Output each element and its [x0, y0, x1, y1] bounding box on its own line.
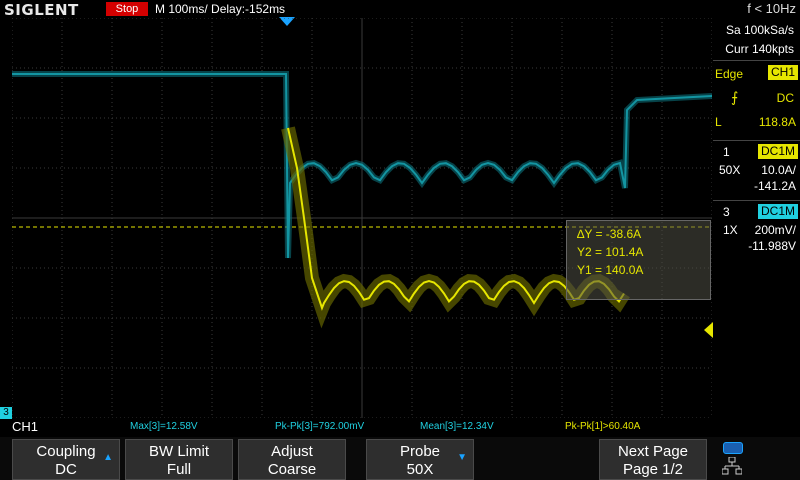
measurement-item: Max[3]=12.58V [130, 421, 198, 432]
timebase-readout[interactable]: M 100ms/ Delay:-152ms [155, 2, 285, 16]
softkey-menu: Coupling DC ▲ BW Limit Full Adjust Coars… [0, 437, 800, 480]
brand-logo: SIGLENT [4, 1, 79, 19]
network-icon [722, 457, 742, 475]
ch3-number: 3 [723, 205, 730, 219]
softkey-title: Next Page [617, 443, 689, 460]
trigger-frequency: f < 10Hz [747, 1, 796, 16]
trigger-info-box[interactable]: Edge CH1 ⨍ DC L 118.8A [713, 60, 800, 149]
next-page-softkey[interactable]: Next Page Page 1/2 [599, 439, 707, 480]
softkey-value: 50X [406, 461, 434, 478]
trigger-level: 118.8A [758, 115, 796, 129]
trigger-coupling: DC [776, 91, 794, 105]
waveform-canvas [12, 18, 712, 418]
ch3-probe: 1X [723, 223, 738, 237]
measurement-item: Pk-Pk[1]>60.40A [565, 421, 641, 432]
ch1-coupling: DC1M [757, 144, 798, 159]
softkey-title: Adjust [271, 443, 313, 460]
trigger-source: CH1 [767, 65, 798, 80]
ch1-info-box[interactable]: 1 DC1M 50X 10.0A/ -141.2A [713, 140, 800, 201]
ch3-offset-marker[interactable]: 3 [0, 407, 12, 419]
ch1-offset-marker[interactable] [704, 322, 713, 338]
trigger-type: Edge [715, 67, 744, 81]
softkey-value: Full [166, 461, 192, 478]
trigger-level-label: L [715, 115, 722, 129]
top-status-bar: SIGLENT Stop M 100ms/ Delay:-152ms f < 1… [0, 0, 800, 19]
right-info-panel: Sa 100kSa/s Curr 140kpts Edge CH1 ⨍ DC L… [713, 18, 800, 418]
timebase-value: M 100ms/ [155, 2, 208, 16]
bw-limit-softkey[interactable]: BW Limit Full [125, 439, 233, 480]
softkey-title: BW Limit [149, 443, 209, 460]
ch3-scale: 200mV/ [754, 223, 796, 237]
softkey-value: Coarse [267, 461, 317, 478]
softkey-value: Page 1/2 [622, 461, 684, 478]
adjust-softkey[interactable]: Adjust Coarse [238, 439, 346, 480]
down-arrow-icon: ▼ [457, 452, 467, 463]
rising-edge-icon: ⨍ [731, 89, 739, 105]
ch3-info-box[interactable]: 3 DC1M 1X 200mV/ -11.988V [713, 200, 800, 261]
sample-rate: Sa 100kSa/s [725, 23, 794, 37]
usb-icon [723, 442, 743, 454]
waveform-display[interactable]: 3 [0, 18, 713, 419]
ch3-coupling: DC1M [757, 204, 798, 219]
graticule [12, 18, 712, 418]
status-icons [722, 441, 744, 477]
measurement-item: Pk-Pk[3]=792.00mV [275, 421, 365, 432]
up-arrow-icon: ▲ [103, 452, 113, 463]
ch1-scale: 10.0A/ [761, 163, 796, 177]
cursor-y1: Y1 = 140.0A [577, 263, 644, 277]
delay-value: Delay:-152ms [211, 2, 286, 16]
ch1-offset: -141.2A [753, 179, 796, 193]
cursor-readout-panel[interactable]: ∆Y = -38.6A Y2 = 101.4A Y1 = 140.0A [566, 220, 711, 300]
ch1-number: 1 [723, 145, 730, 159]
ch3-offset: -11.988V [748, 239, 796, 253]
coupling-softkey[interactable]: Coupling DC ▲ [12, 439, 120, 480]
cursor-y2: Y2 = 101.4A [577, 245, 644, 259]
probe-softkey[interactable]: Probe 50X ▼ [366, 439, 474, 480]
measurement-item: Mean[3]=12.34V [420, 421, 494, 432]
memory-depth: Curr 140kpts [725, 42, 794, 56]
softkey-value: DC [55, 461, 77, 478]
ch1-probe: 50X [719, 163, 741, 177]
run-state-badge[interactable]: Stop [106, 2, 148, 16]
measurement-bar[interactable]: Max[3]=12.58V Pk-Pk[3]=792.00mV Mean[3]=… [0, 419, 800, 437]
cursor-delta-y: ∆Y = -38.6A [577, 227, 642, 241]
